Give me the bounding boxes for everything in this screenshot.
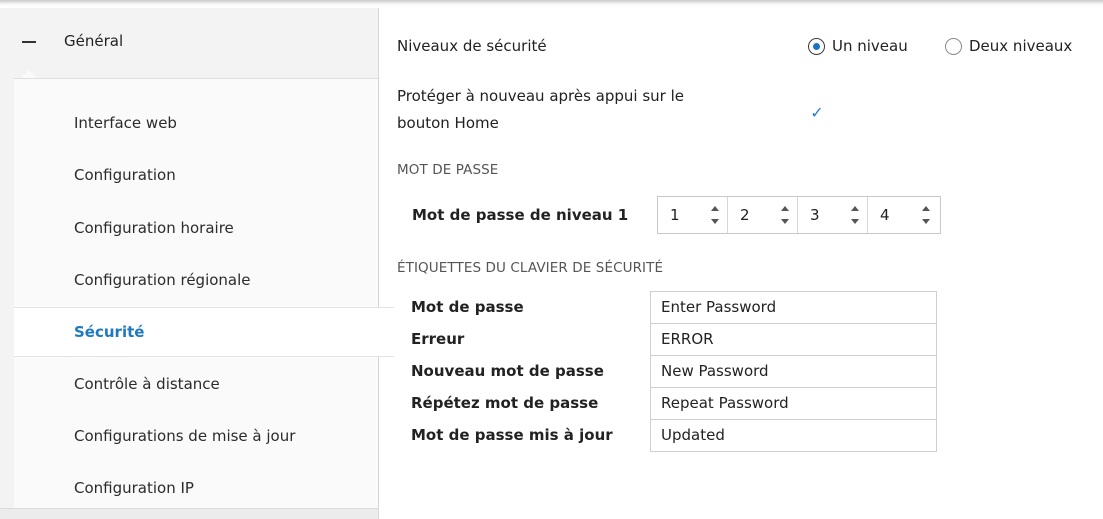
row-key: Erreur <box>411 330 465 348</box>
sidebar-item-label: Configuration régionale <box>74 271 251 289</box>
text-field[interactable]: Updated <box>650 419 937 452</box>
sidebar-item-label: Sécurité <box>74 323 145 341</box>
sidebar-group-general[interactable]: Général <box>0 8 378 78</box>
text-field[interactable]: Repeat Password <box>650 387 937 420</box>
decrement-icon[interactable] <box>711 219 719 224</box>
sidebar-item-label: Configurations de mise à jour <box>74 427 296 445</box>
sidebar-group-label: Général <box>64 32 124 50</box>
password-section-title: MOT DE PASSE <box>397 162 499 178</box>
row-key: Mot de passe <box>411 298 524 316</box>
decrement-icon[interactable] <box>922 219 930 224</box>
decrement-icon[interactable] <box>781 219 789 224</box>
collapse-icon[interactable] <box>22 41 36 43</box>
sidebar-items: Interface web Configuration Configuratio… <box>14 78 394 509</box>
sidebar-item-label: Configuration <box>74 166 176 184</box>
password-digit-stepper[interactable]: 3 <box>798 197 868 233</box>
increment-icon[interactable] <box>711 206 719 211</box>
keypad-labels-table: Mot de passe Enter Password Erreur ERROR… <box>395 291 937 452</box>
text-field[interactable]: New Password <box>650 355 937 388</box>
radio-deux-niveaux-label[interactable]: Deux niveaux <box>969 37 1072 55</box>
password-digit-stepper[interactable]: 2 <box>728 197 798 233</box>
sidebar-item-configuration[interactable]: Configuration <box>14 150 378 200</box>
sidebar-item-configuration-ip[interactable]: Configuration IP <box>14 463 378 513</box>
increment-icon[interactable] <box>922 206 930 211</box>
row-key: Nouveau mot de passe <box>411 362 604 380</box>
reprotect-checkbox[interactable]: ✓ <box>808 104 826 122</box>
table-row: Erreur ERROR <box>395 323 937 356</box>
table-row: Mot de passe Enter Password <box>395 291 937 324</box>
keypad-section-title: ÉTIQUETTES DU CLAVIER DE SÉCURITÉ <box>397 260 664 276</box>
sidebar-item-label: Contrôle à distance <box>74 375 220 393</box>
reprotect-label-line1: Protéger à nouveau après appui sur le <box>397 87 685 105</box>
sidebar-item-controle-a-distance[interactable]: Contrôle à distance <box>14 359 378 409</box>
text-field[interactable]: ERROR <box>650 323 937 356</box>
sidebar-item-configurations-mise-a-jour[interactable]: Configurations de mise à jour <box>14 411 378 461</box>
radio-un-niveau-label[interactable]: Un niveau <box>832 37 908 55</box>
digit-value[interactable]: 3 <box>810 206 820 224</box>
row-key: Répétez mot de passe <box>411 394 599 412</box>
table-row: Répétez mot de passe Repeat Password <box>395 387 937 420</box>
sidebar-item-label: Configuration horaire <box>74 219 234 237</box>
password-digit-stepper[interactable]: 1 <box>658 197 728 233</box>
digit-value[interactable]: 4 <box>880 206 890 224</box>
radio-un-niveau[interactable] <box>808 38 825 55</box>
password-digit-stepper[interactable]: 4 <box>868 197 938 233</box>
sidebar-item-securite[interactable]: Sécurité <box>14 307 394 357</box>
sidebar-item-interface-web[interactable]: Interface web <box>14 98 378 148</box>
sidebar: Général Interface web Configuration Conf… <box>0 8 394 519</box>
sidebar-footer <box>0 508 378 519</box>
sidebar-item-label: Configuration IP <box>74 479 194 497</box>
increment-icon[interactable] <box>781 206 789 211</box>
level1-password-label: Mot de passe de niveau 1 <box>412 206 629 224</box>
table-row: Nouveau mot de passe New Password <box>395 355 937 388</box>
increment-icon[interactable] <box>851 206 859 211</box>
security-levels-label: Niveaux de sécurité <box>397 37 547 55</box>
main-panel: Niveaux de sécurité Un niveau Deux nivea… <box>379 8 1103 519</box>
sidebar-item-configuration-horaire[interactable]: Configuration horaire <box>14 203 378 253</box>
sidebar-item-label: Interface web <box>74 114 177 132</box>
level1-password-input: 1 2 3 4 <box>657 196 941 234</box>
table-row: Mot de passe mis à jour Updated <box>395 419 937 452</box>
sidebar-item-configuration-regionale[interactable]: Configuration régionale <box>14 255 378 305</box>
reprotect-label-line2: bouton Home <box>397 114 499 132</box>
settings-window: Général Interface web Configuration Conf… <box>0 0 1103 519</box>
decrement-icon[interactable] <box>851 219 859 224</box>
row-key: Mot de passe mis à jour <box>411 426 613 444</box>
digit-value[interactable]: 2 <box>740 206 750 224</box>
radio-deux-niveaux[interactable] <box>945 38 962 55</box>
digit-value[interactable]: 1 <box>670 206 680 224</box>
text-field[interactable]: Enter Password <box>650 291 937 324</box>
